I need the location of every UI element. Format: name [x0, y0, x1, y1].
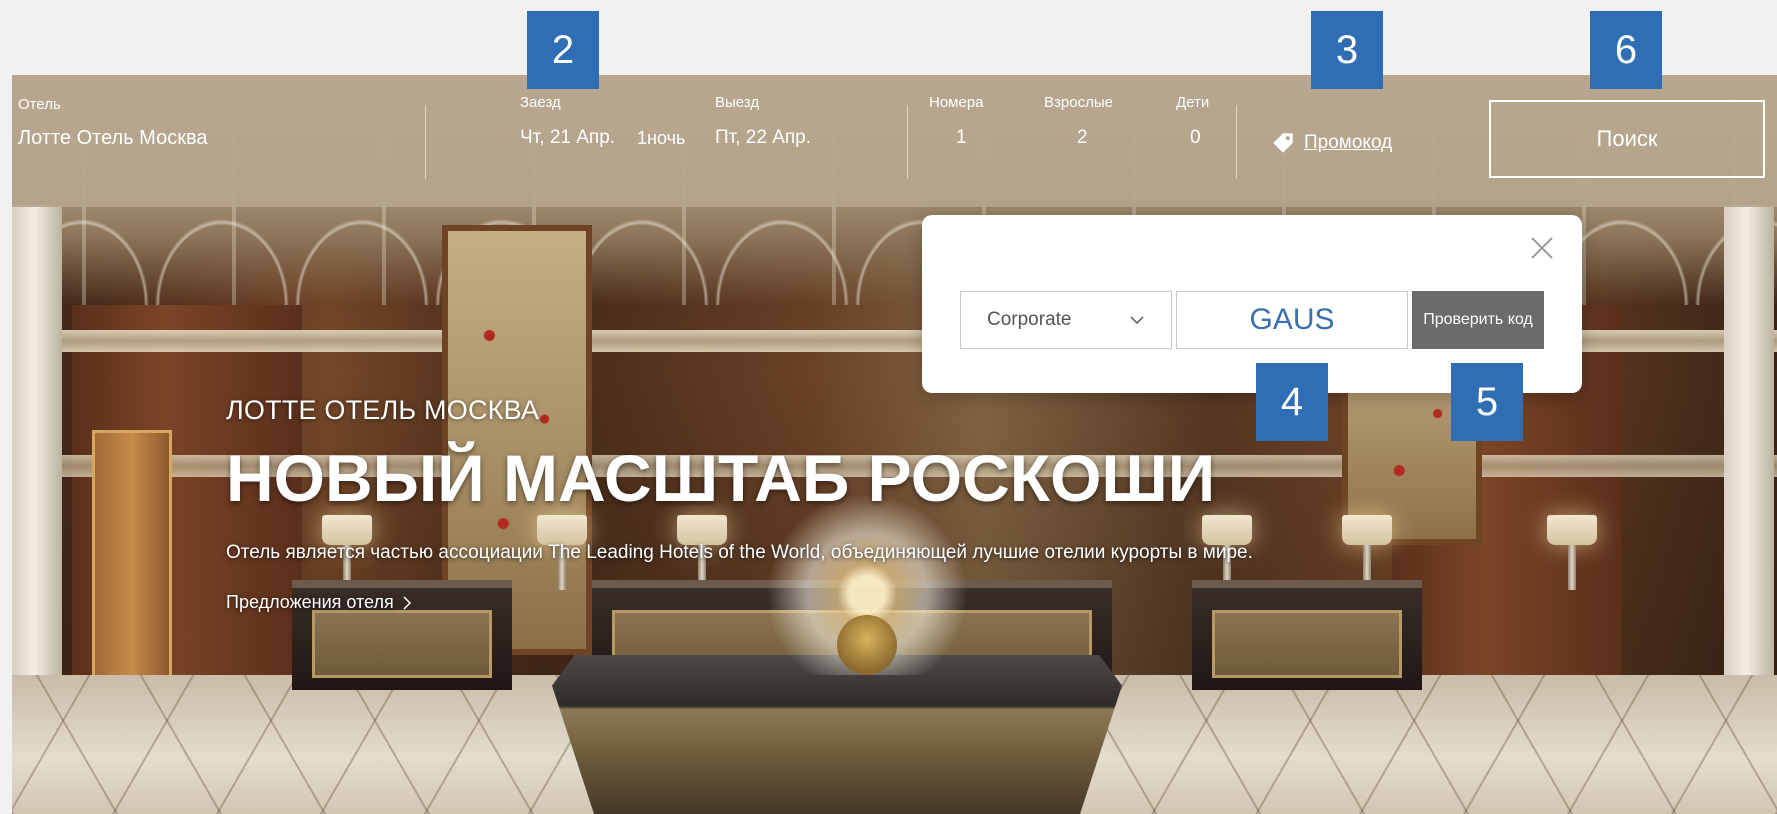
hotel-label: Отель [18, 96, 61, 113]
divider [425, 105, 426, 179]
hero-lamp [1547, 515, 1597, 590]
hero-subtitle: ЛОТТЕ ОТЕЛЬ МОСКВА [226, 395, 540, 425]
divider [1236, 105, 1237, 179]
close-icon[interactable] [1527, 233, 1557, 263]
divider [907, 105, 908, 179]
page: Отель Лотте Отель Москва Заезд Чт, 21 Ап… [0, 0, 1777, 814]
hero-lamp [1342, 515, 1392, 590]
hero-title: НОВЫЙ МАСШТАБ РОСКОШИ [226, 441, 1216, 515]
checkout-date[interactable]: Пт, 22 Апр. [715, 127, 811, 149]
hotel-offers-link[interactable]: Предложения отеля [226, 592, 412, 613]
annotation-marker: 4 [1256, 363, 1328, 441]
checkin-date[interactable]: Чт, 21 Апр. [520, 127, 615, 149]
nights-count: 1ночь [637, 128, 686, 148]
promo-type-select[interactable]: Corporate [960, 291, 1172, 349]
adults-label: Взрослые [1044, 94, 1113, 111]
promo-type-value: Corporate [987, 309, 1072, 330]
hero-lamp [537, 515, 587, 590]
promo-code-label: Промокод [1304, 132, 1393, 153]
chevron-down-icon [1130, 316, 1144, 325]
children-label: Дети [1176, 94, 1210, 111]
booking-bar: Отель Лотте Отель Москва Заезд Чт, 21 Ап… [12, 75, 1777, 207]
checkin-label: Заезд [520, 94, 561, 111]
annotation-marker: 5 [1451, 363, 1523, 441]
children-count[interactable]: 0 [1190, 127, 1201, 149]
hero-table [552, 655, 1122, 814]
search-button[interactable]: Поиск [1489, 100, 1765, 178]
hero-lamp [322, 515, 372, 590]
verify-code-button[interactable]: Проверить код [1412, 291, 1544, 349]
hero-lamp [1202, 515, 1252, 590]
rooms-label: Номера [929, 94, 984, 111]
hero-description: Отель является частью ассоциации The Lea… [226, 542, 1253, 563]
rooms-count[interactable]: 1 [956, 127, 967, 149]
annotation-marker: 2 [527, 11, 599, 89]
checkout-label: Выезд [715, 94, 760, 111]
hero-lamp [677, 515, 727, 590]
hero-sculpture [757, 495, 977, 675]
hotel-offers-label: Предложения отеля [226, 592, 394, 612]
hotel-select[interactable]: Лотте Отель Москва [18, 127, 207, 150]
annotation-marker: 6 [1590, 11, 1662, 89]
promo-code-link[interactable]: Промокод [1270, 130, 1392, 156]
adults-count[interactable]: 2 [1077, 127, 1088, 149]
annotation-marker: 3 [1311, 11, 1383, 89]
promo-code-input[interactable] [1176, 291, 1408, 349]
tag-icon [1273, 133, 1293, 153]
chevron-right-icon [403, 595, 411, 610]
hero-reception-desk [1192, 580, 1422, 690]
